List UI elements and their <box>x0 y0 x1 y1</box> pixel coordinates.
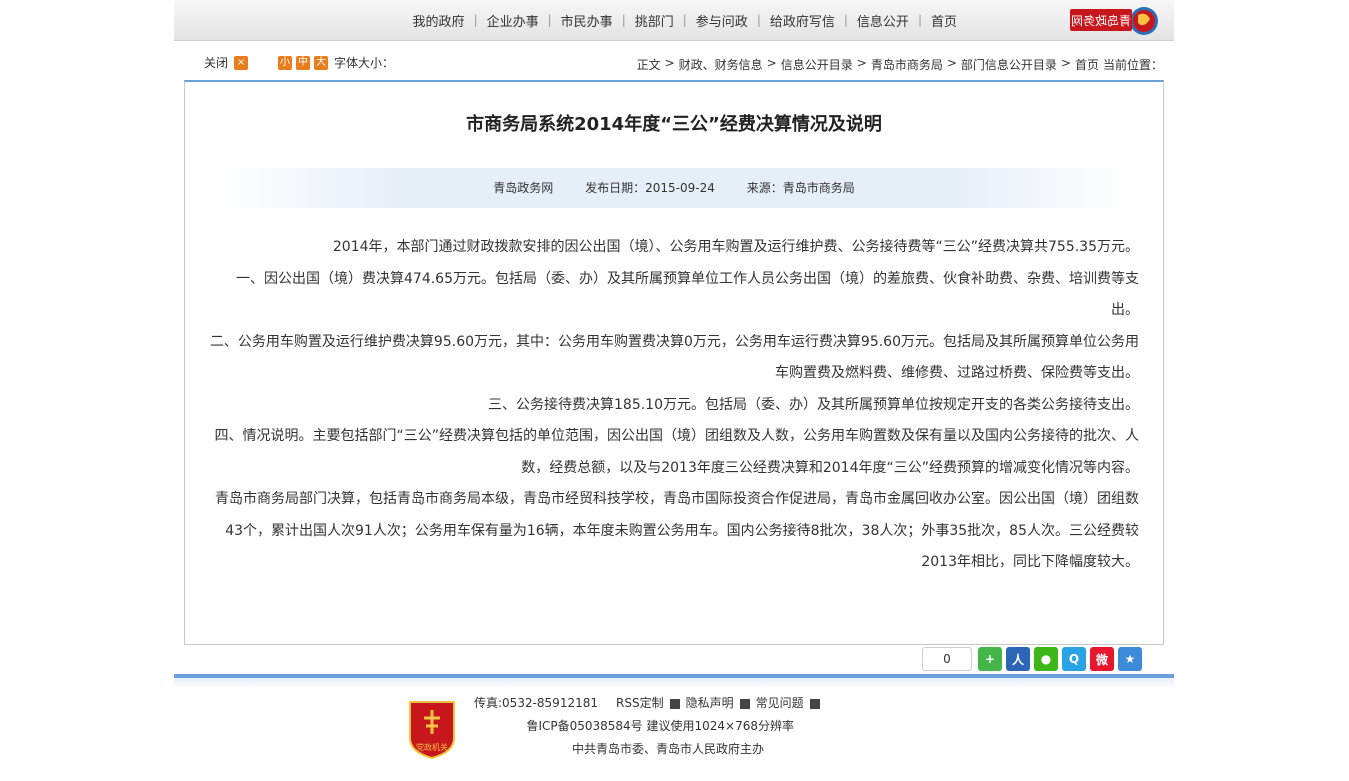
breadcrumb-item: 正文 <box>636 58 661 72</box>
nav-item[interactable]: 参与问政 <box>687 11 757 30</box>
breadcrumb-item[interactable]: 首页 <box>1073 56 1101 73</box>
article-body: 2014年，本部门通过财政拨款安排的因公出国（境）、公务用车购置及运行维护费、公… <box>209 232 1139 579</box>
weibo-icon[interactable]: 微 <box>1090 647 1114 671</box>
qq-icon[interactable]: Q <box>1062 647 1086 671</box>
close-icon: × <box>234 55 249 70</box>
font-size-label: 字体大小： <box>334 56 395 70</box>
breadcrumb-item[interactable]: 财政、财务信息 <box>677 56 765 73</box>
footer-link-rss[interactable]: RSS定制 <box>616 692 664 715</box>
article-paragraph: 2014年，本部门通过财政拨款安排的因公出国（境）、公务用车购置及运行维护费、公… <box>332 239 1139 255</box>
breadcrumb-prefix: 当前位置： <box>1102 58 1163 72</box>
article-paragraph: 青岛市商务局部门决算，包括青岛市商务局本级，青岛市经贸科技学校，青岛市国际投资合… <box>215 491 1139 570</box>
footer-info: 常见问题 隐私声明 RSS定制 传真:0532-85912181 鲁ICP备05… <box>474 692 894 761</box>
breadcrumb-separator: > <box>946 56 957 70</box>
meta-publish-date: 发布日期：2015-09-24 <box>585 181 715 195</box>
nav-item[interactable]: 信息公开 <box>848 11 918 30</box>
meta-source-site: 青岛政务网 <box>493 181 554 195</box>
footer-host: 中共青岛市委、青岛市人民政府主办 <box>571 742 764 756</box>
party-gov-emblem[interactable]: 党政机关 <box>406 698 458 760</box>
breadcrumb-separator: > <box>766 56 777 70</box>
bullet-icon <box>669 698 680 709</box>
nav-item[interactable]: 首页 <box>922 11 966 30</box>
nav-item[interactable]: 挑部门 <box>626 11 683 30</box>
footer-links-row: 常见问题 隐私声明 RSS定制 传真:0532-85912181 <box>474 692 894 715</box>
meta-source: 来源：青岛市商务局 <box>746 181 855 195</box>
font-medium-button[interactable]: 中 <box>296 55 311 70</box>
close-label: 关闭 <box>204 56 229 70</box>
top-bar: 首页 | 信息公开 | 给政府写信 | 参与问政 | 挑部门 | 市民办事 | 企业办事 | 我的政府 青岛… <box>174 0 1174 41</box>
qzone-star-icon[interactable]: ★ <box>1118 647 1142 671</box>
breadcrumb-row: 字体大小： 大 中 小 × 关闭 当前位置： 首页 > 部门信息公开目录 > 青岛市商务… <box>174 48 1174 78</box>
share-count: 0 <box>922 647 972 671</box>
article-container: 市商务局系统2014年度“三公”经费决算情况及说明 青岛政务网 发布日期：201… <box>184 80 1164 645</box>
nav-item[interactable]: 我的政府 <box>404 11 474 30</box>
breadcrumb-separator: > <box>1060 56 1071 70</box>
breadcrumb-separator: > <box>856 56 867 70</box>
logo-text: 青岛政务网 <box>1071 13 1131 28</box>
close-button[interactable]: × 关闭 <box>204 54 249 71</box>
article-paragraph: 二、公务用车购置及运行维护费决算95.60万元，其中：公务用车购置费决算0万元，… <box>209 333 1139 382</box>
article-title: 市商务局系统2014年度“三公”经费决算情况及说明 <box>466 114 882 135</box>
article-paragraph: 一、因公出国（境）费决算474.65万元。包括局（委、办）及其所属预算单位工作人… <box>236 270 1139 319</box>
nav-item[interactable]: 市民办事 <box>552 11 622 30</box>
site-logo[interactable]: 青岛政务网 <box>1068 3 1164 37</box>
footer-link-faq[interactable]: 常见问题 <box>756 692 804 715</box>
footer-link-privacy[interactable]: 隐私声明 <box>686 692 734 715</box>
nav-item[interactable]: 给政府写信 <box>761 11 844 30</box>
breadcrumb-item[interactable]: 部门信息公开目录 <box>959 56 1059 73</box>
breadcrumb-separator: > <box>664 56 675 70</box>
footer-icp: 鲁ICP备05038584号 建议使用1024×768分辨率 <box>526 719 794 733</box>
breadcrumb: 当前位置： 首页 > 部门信息公开目录 > 青岛市商务局 > 信息公开目录 > 财政、财务信息 >… <box>637 56 1165 73</box>
bullet-icon <box>739 698 750 709</box>
main-nav: 首页 | 信息公开 | 给政府写信 | 参与问政 | 挑部门 | 市民办事 | 企业办事 | 我的政府 <box>404 0 966 40</box>
article-paragraph: 四、情况说明。主要包括部门“三公”经费决算包括的单位范围，因公出国（境）团组数及… <box>214 428 1139 476</box>
emblem-text: 党政机关 <box>416 742 448 752</box>
font-small-button[interactable]: 小 <box>278 55 293 70</box>
nav-item[interactable]: 企业办事 <box>478 11 548 30</box>
breadcrumb-item[interactable]: 信息公开目录 <box>779 56 855 73</box>
bullet-icon <box>809 698 820 709</box>
font-size-controls: 字体大小： 大 中 小 × 关闭 <box>204 54 394 71</box>
footer-shade <box>174 678 1174 688</box>
font-large-button[interactable]: 大 <box>314 55 329 70</box>
article-meta-bar: 青岛政务网 发布日期：2015-09-24 来源：青岛市商务局 <box>215 168 1133 208</box>
renren-icon[interactable]: 人 <box>1006 647 1030 671</box>
breadcrumb-item[interactable]: 青岛市商务局 <box>869 56 945 73</box>
footer-fax: 传真:0532-85912181 <box>474 696 598 710</box>
article-paragraph: 三、公务接待费决算185.10万元。包括局（委、办）及其所属预算单位按规定开支的… <box>488 396 1139 413</box>
share-bar: ★ 微 Q ● 人 + 0 <box>922 646 1142 672</box>
wechat-icon[interactable]: ● <box>1034 647 1058 671</box>
article-meta: 青岛政务网 发布日期：2015-09-24 来源：青岛市商务局 <box>215 179 1133 196</box>
more-plus-icon[interactable]: + <box>978 647 1002 671</box>
page: 首页 | 信息公开 | 给政府写信 | 参与问政 | 挑部门 | 市民办事 | 企业办事 | 我的政府 青岛… <box>174 0 1174 781</box>
